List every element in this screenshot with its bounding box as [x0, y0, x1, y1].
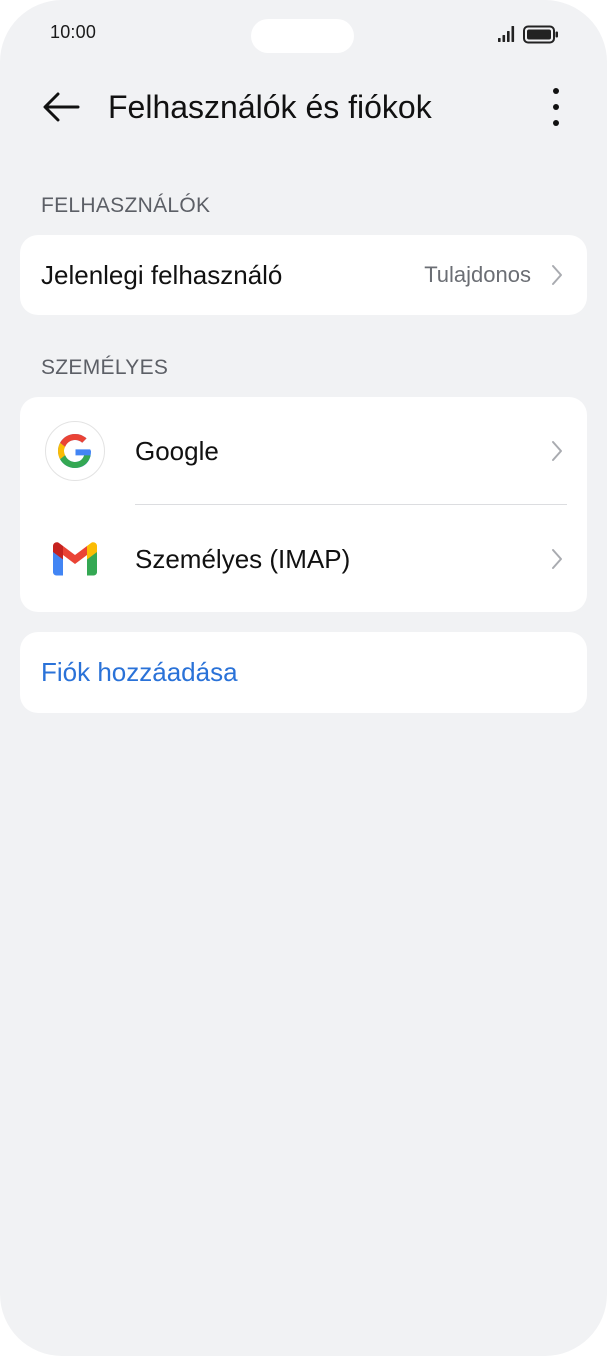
gmail-icon [44, 528, 106, 590]
status-time: 10:00 [50, 22, 97, 42]
battery-icon [523, 25, 558, 44]
account-row-google[interactable]: Google [20, 397, 587, 505]
page-title: Felhasználók és fiókok [108, 89, 432, 125]
camera-cutout [251, 19, 354, 53]
more-vertical-icon [553, 88, 559, 126]
section-header-users: FELHASZNÁLÓK [41, 194, 211, 217]
current-user-value: Tulajdonos [424, 262, 531, 287]
arrow-left-icon [43, 92, 80, 122]
current-user-label: Jelenlegi felhasználó [41, 259, 283, 290]
signal-icon [498, 26, 515, 42]
users-card: Jelenlegi felhasználó Tulajdonos [20, 235, 587, 315]
account-row-imap[interactable]: Személyes (IMAP) [20, 505, 587, 613]
chevron-right-icon [552, 549, 562, 569]
add-account-card: Fiók hozzáadása [20, 632, 587, 713]
add-account-row[interactable]: Fiók hozzáadása [20, 632, 587, 713]
current-user-row[interactable]: Jelenlegi felhasználó Tulajdonos [20, 235, 587, 315]
back-button[interactable] [36, 82, 86, 132]
status-bar: 10:00 [0, 0, 607, 70]
google-icon [44, 420, 106, 482]
add-account-link[interactable]: Fiók hozzáadása [41, 657, 238, 688]
account-label-imap: Személyes (IMAP) [135, 543, 351, 574]
chevron-right-icon [552, 441, 562, 461]
section-header-personal: SZEMÉLYES [41, 356, 169, 379]
personal-accounts-card: Google Személyes (IMAP) [20, 397, 587, 612]
chevron-right-icon [552, 265, 562, 285]
more-options-button[interactable] [534, 82, 578, 132]
account-label-google: Google [135, 435, 219, 466]
phone-screen: 10:00 Felhasználók és fiókok FELHASZNÁLÓ… [0, 0, 607, 1356]
